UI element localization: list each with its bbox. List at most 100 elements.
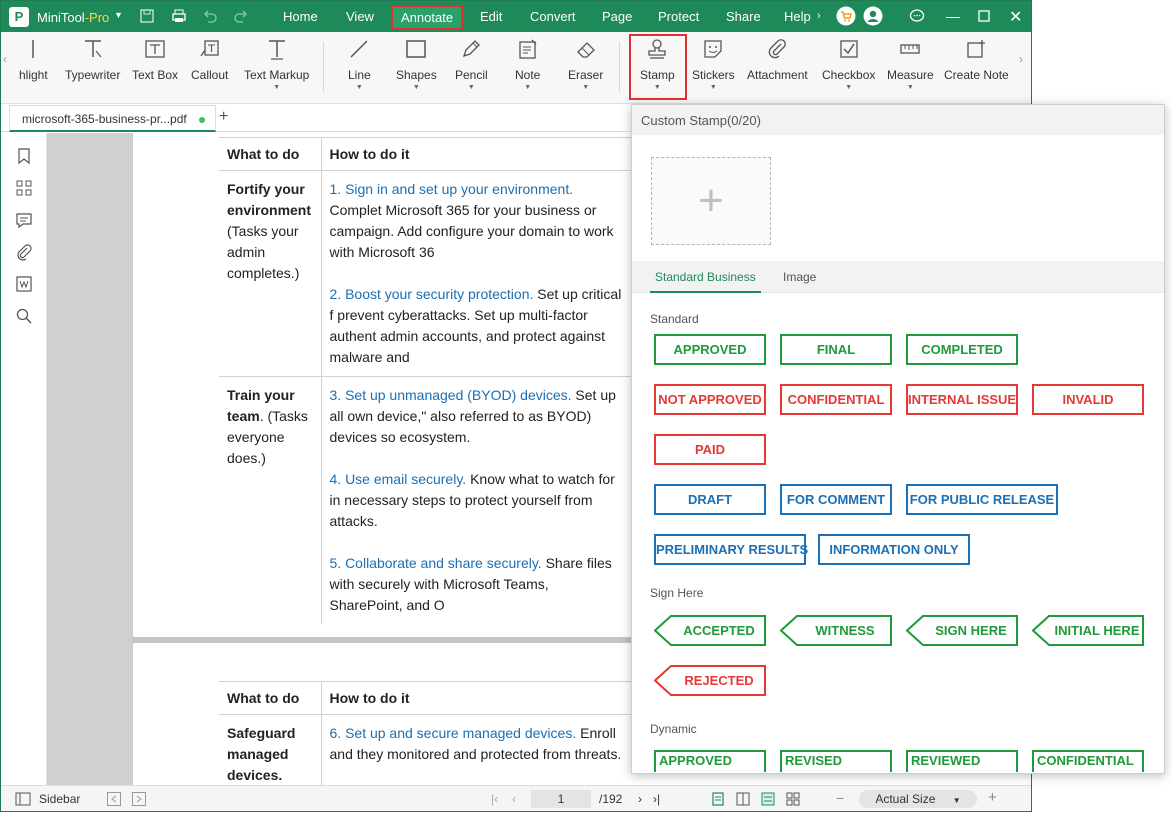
callout-tool[interactable]: Callout — [191, 38, 228, 82]
thumbnails-icon[interactable] — [15, 179, 33, 197]
shapes-tool[interactable]: Shapes ▼ — [396, 38, 437, 91]
redo-icon[interactable] — [233, 8, 249, 24]
checkbox-tool[interactable]: Checkbox ▼ — [822, 38, 875, 91]
stamp-completed[interactable]: COMPLETED — [906, 334, 1018, 365]
sidebar-toggle-icon[interactable] — [15, 792, 31, 806]
grid-view-icon[interactable] — [786, 792, 800, 806]
line-tool[interactable]: Line ▼ — [348, 38, 371, 91]
ribbon-scroll-left-icon[interactable]: ‹ — [3, 52, 7, 66]
app-menu-dropdown-icon[interactable]: ▼ — [114, 10, 123, 20]
single-page-view-icon[interactable] — [711, 792, 725, 806]
create-note-tool[interactable]: Create Note — [944, 38, 1009, 82]
measure-tool[interactable]: Measure ▼ — [887, 38, 934, 91]
stamp-accepted[interactable]: ACCEPTED — [654, 615, 766, 646]
first-page-icon[interactable]: |‹ — [491, 792, 498, 806]
chat-icon[interactable] — [909, 8, 925, 24]
doc-link[interactable]: 3. Set up unmanaged (BYOD) devices. — [330, 387, 572, 403]
menu-help[interactable]: Help — [784, 9, 811, 24]
ribbon-scroll-right-icon[interactable]: › — [1019, 52, 1023, 66]
stamp-witness[interactable]: WITNESS — [780, 615, 892, 646]
stamp-sign-here[interactable]: SIGN HERE — [906, 615, 1018, 646]
menu-home[interactable]: Home — [283, 9, 318, 24]
minimize-icon[interactable]: — — [946, 8, 960, 24]
prev-page-icon[interactable]: ‹ — [512, 792, 516, 806]
stamp-tool[interactable]: Stamp ▼ — [640, 38, 675, 91]
stamp-information-only[interactable]: INFORMATION ONLY — [818, 534, 970, 565]
line-dropdown-icon[interactable]: ▼ — [348, 84, 371, 91]
tab-standard-business[interactable]: Standard Business — [650, 270, 761, 293]
two-page-view-icon[interactable] — [736, 792, 750, 806]
menu-page[interactable]: Page — [602, 9, 632, 24]
save-icon[interactable] — [139, 8, 155, 24]
tab-image[interactable]: Image — [783, 270, 816, 284]
last-page-icon[interactable]: ›| — [653, 792, 660, 806]
menu-more-icon[interactable]: › — [817, 10, 821, 22]
stamp-invalid[interactable]: INVALID — [1032, 384, 1144, 415]
pencil-dropdown-icon[interactable]: ▼ — [455, 84, 488, 91]
stamp-approved[interactable]: APPROVED — [654, 334, 766, 365]
note-tool[interactable]: Note ▼ — [515, 38, 540, 91]
menu-edit[interactable]: Edit — [480, 9, 502, 24]
stamp-preliminary-results[interactable]: PRELIMINARY RESULTS — [654, 534, 808, 565]
collapse-left-icon[interactable] — [107, 792, 121, 806]
zoom-select[interactable]: Actual Size ▼ — [859, 790, 977, 808]
doc-link[interactable]: 4. Use email securely. — [330, 471, 467, 487]
undo-icon[interactable] — [202, 8, 218, 24]
eraser-dropdown-icon[interactable]: ▼ — [568, 84, 603, 91]
scroll-view-icon[interactable] — [761, 792, 775, 806]
comments-icon[interactable] — [15, 211, 33, 229]
stamp-final[interactable]: FINAL — [780, 334, 892, 365]
doc-link[interactable]: 6. Set up and secure managed devices. — [330, 725, 577, 741]
zoom-in-icon[interactable]: + — [988, 789, 997, 806]
stamp-for-comment[interactable]: FOR COMMENT — [780, 484, 892, 515]
print-icon[interactable] — [171, 8, 187, 24]
dynamic-stamp-reviewed[interactable]: REVIEWED — [906, 750, 1018, 772]
maximize-icon[interactable] — [976, 8, 992, 24]
stamp-confidential[interactable]: CONFIDENTIAL — [780, 384, 892, 415]
doc-link[interactable]: 5. Collaborate and share securely. — [330, 555, 542, 571]
attachment-tool[interactable]: Attachment — [747, 38, 808, 82]
next-page-icon[interactable]: › — [638, 792, 642, 806]
menu-view[interactable]: View — [346, 9, 374, 24]
stamp-dropdown-icon[interactable]: ▼ — [640, 84, 675, 91]
text-markup-tool[interactable]: Text Markup ▼ — [244, 38, 309, 91]
sidebar-label[interactable]: Sidebar — [39, 792, 80, 806]
checkbox-dropdown-icon[interactable]: ▼ — [822, 84, 875, 91]
note-dropdown-icon[interactable]: ▼ — [515, 84, 540, 91]
stickers-tool[interactable]: Stickers ▼ — [692, 38, 735, 91]
dynamic-stamp-confidential[interactable]: CONFIDENTIAL — [1032, 750, 1144, 772]
menu-convert[interactable]: Convert — [530, 9, 576, 24]
stamp-initial-here[interactable]: INITIAL HERE — [1032, 615, 1144, 646]
user-avatar-icon[interactable] — [863, 6, 883, 26]
text-markup-dropdown-icon[interactable]: ▼ — [244, 84, 309, 91]
add-custom-stamp-button[interactable]: + — [651, 157, 771, 245]
menu-annotate[interactable]: Annotate — [391, 5, 464, 30]
measure-dropdown-icon[interactable]: ▼ — [887, 84, 934, 91]
doc-link[interactable]: 1. Sign in and set up your environment. — [330, 181, 574, 197]
dynamic-stamp-revised[interactable]: REVISED — [780, 750, 892, 772]
bookmark-icon[interactable] — [15, 147, 33, 165]
dynamic-stamp-approved[interactable]: APPROVED — [654, 750, 766, 772]
attachments-icon[interactable] — [15, 243, 33, 261]
cart-icon[interactable] — [836, 6, 856, 26]
stamp-rejected[interactable]: REJECTED — [654, 665, 766, 696]
stickers-dropdown-icon[interactable]: ▼ — [692, 84, 735, 91]
stamp-for-public-release[interactable]: FOR PUBLIC RELEASE — [906, 484, 1058, 515]
new-tab-icon[interactable]: + — [219, 108, 228, 126]
stamp-paid[interactable]: PAID — [654, 434, 766, 465]
expand-right-icon[interactable] — [132, 792, 146, 806]
stamp-draft[interactable]: DRAFT — [654, 484, 766, 515]
signature-icon[interactable] — [15, 275, 33, 293]
search-icon[interactable] — [15, 307, 33, 325]
menu-share[interactable]: Share — [726, 9, 761, 24]
text-box-tool[interactable]: Text Box — [132, 38, 178, 82]
zoom-out-icon[interactable]: − — [836, 790, 844, 806]
stamp-internal-issue[interactable]: INTERNAL ISSUE — [906, 384, 1018, 415]
doc-link[interactable]: 2. Boost your security protection. — [330, 286, 534, 302]
shapes-dropdown-icon[interactable]: ▼ — [396, 84, 437, 91]
page-number-input[interactable]: 1 — [531, 790, 591, 808]
menu-protect[interactable]: Protect — [658, 9, 699, 24]
typewriter-tool[interactable]: Typewriter — [65, 38, 120, 82]
highlight-tool[interactable]: hlight — [19, 38, 48, 82]
close-icon[interactable]: ✕ — [1009, 7, 1022, 27]
